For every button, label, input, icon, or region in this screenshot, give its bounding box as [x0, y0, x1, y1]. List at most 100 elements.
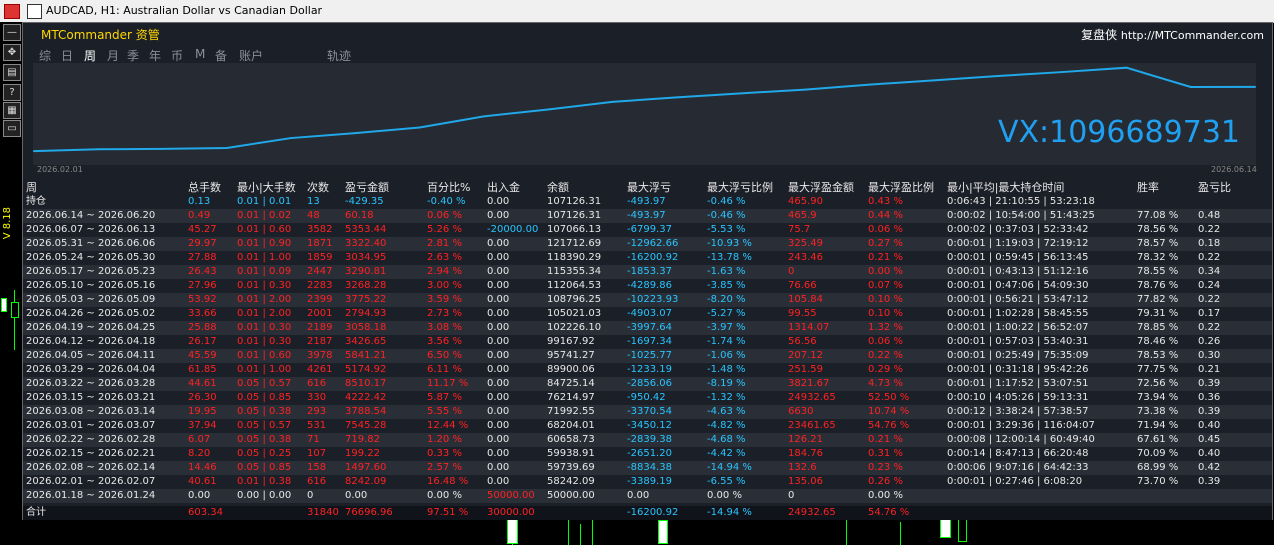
table-cell: 52.50 % — [868, 392, 910, 403]
table-cell: -1.63 % — [707, 266, 746, 277]
table-cell: -950.42 — [627, 392, 666, 403]
table-cell: 0.01 | 0.30 — [237, 336, 292, 347]
table-cell: 2.81 % — [427, 238, 462, 249]
table-cell: 2026.05.24 ~ 2026.05.30 — [26, 252, 156, 263]
table-cell: 0.42 — [1198, 462, 1221, 473]
table-cell: 0.05 | 0.25 — [237, 448, 292, 459]
table-cell: 0.33 % — [427, 448, 462, 459]
window-icon[interactable]: ▭ — [3, 120, 21, 137]
table-cell: 44.61 — [188, 378, 217, 389]
table-cell: 0.01 | 0.30 — [237, 280, 292, 291]
table-cell: 0.21 % — [868, 252, 903, 263]
table-cell: 0.00 — [487, 196, 510, 207]
table-cell: 盈亏比 — [1198, 181, 1231, 194]
table-cell: 5841.21 — [345, 350, 387, 361]
table-cell: 71.94 % — [1137, 420, 1179, 431]
table-cell: 0.05 | 0.85 — [237, 462, 292, 473]
site-link[interactable]: 复盘侠 http://MTCommander.com — [1081, 26, 1264, 43]
table-cell: 0:00:06 | 9:07:16 | 64:42:33 — [947, 462, 1089, 473]
table-cell: 135.06 — [788, 476, 823, 487]
table-cell: -8834.38 — [627, 462, 672, 473]
table-cell: 158 — [307, 462, 327, 473]
table-cell: 6630 — [788, 406, 814, 417]
table-cell: 0.23 % — [868, 462, 903, 473]
move-icon[interactable]: ✥ — [3, 44, 21, 61]
table-cell: 2794.93 — [345, 308, 387, 319]
table-cell: 10.74 % — [868, 406, 910, 417]
table-cell: 78.56 % — [1137, 224, 1179, 235]
table-cell: 54.76 % — [868, 507, 910, 518]
table-cell: 95741.27 — [547, 350, 595, 361]
table-cell: 0.00 | 0.00 — [237, 490, 292, 501]
table-cell: -2651.20 — [627, 448, 672, 459]
tab-currency[interactable]: 币 — [171, 47, 183, 64]
table-cell: 40.61 — [188, 476, 217, 487]
tab-m[interactable]: M — [195, 47, 205, 61]
table-cell: 0:00:01 | 0:56:21 | 53:47:12 — [947, 294, 1089, 305]
table-cell: 14.46 — [188, 462, 217, 473]
table-cell: 68204.01 — [547, 420, 595, 431]
table-cell: 71992.55 — [547, 406, 595, 417]
tab-year[interactable]: 年 — [149, 47, 161, 64]
table-cell: 2026.04.26 ~ 2026.05.02 — [26, 308, 156, 319]
table-cell: 2026.02.22 ~ 2026.02.28 — [26, 434, 156, 445]
table-row: 2026.06.14 ~ 2026.06.20 0.49 0.01 | 0.02 48… — [23, 209, 1272, 223]
table-cell: -4.63 % — [707, 406, 746, 417]
table-cell: -3997.64 — [627, 322, 672, 333]
table-cell: 3034.95 — [345, 252, 387, 263]
table-cell: 50000.00 — [487, 490, 535, 501]
table-cell: 59938.91 — [547, 448, 595, 459]
table-cell: 0.27 % — [868, 238, 903, 249]
tab-account[interactable]: 账户 — [239, 47, 263, 64]
table-cell: 2.63 % — [427, 252, 462, 263]
table-cell: -14.94 % — [707, 507, 752, 518]
help-icon[interactable]: ? — [3, 84, 21, 101]
list-icon[interactable]: ▤ — [3, 64, 21, 81]
table-cell: 6.11 % — [427, 364, 462, 375]
table-cell: 75.7 — [788, 224, 811, 235]
table-cell: -0.46 % — [707, 196, 746, 207]
table-cell: 0.05 | 0.38 — [237, 406, 292, 417]
table-cell: 102226.10 — [547, 322, 602, 333]
equity-point — [418, 126, 421, 129]
table-cell: 251.59 — [788, 364, 823, 375]
table-cell: 0.39 — [1198, 406, 1221, 417]
minimize-button[interactable]: — — [3, 24, 21, 41]
app-menu-icon[interactable] — [4, 4, 20, 19]
table-cell: 6.07 — [188, 434, 211, 445]
tab-week[interactable]: 周 — [84, 47, 96, 64]
tab-notes[interactable]: 备 — [215, 47, 227, 64]
equity-point — [161, 147, 164, 150]
table-cell: 0.49 — [188, 210, 211, 221]
table-cell: 616 — [307, 378, 327, 389]
table-cell: -4903.07 — [627, 308, 672, 319]
table-cell: 107126.31 — [547, 210, 602, 221]
table-cell: 19.95 — [188, 406, 217, 417]
tab-quarter[interactable]: 季 — [127, 47, 139, 64]
table-cell: 330 — [307, 392, 327, 403]
tab-trajectory[interactable]: 轨迹 — [327, 47, 351, 64]
table-cell: 2.94 % — [427, 266, 462, 277]
table-cell: 0.00 % — [427, 490, 462, 501]
table-cell: -3370.54 — [627, 406, 672, 417]
table-cell: 0.06 % — [868, 224, 903, 235]
table-cell: 0:00:01 | 1:02:28 | 58:45:55 — [947, 308, 1089, 319]
table-cell: 24932.65 — [788, 392, 836, 403]
table-cell: 77.75 % — [1137, 364, 1179, 375]
table-cell: 37.94 — [188, 420, 217, 431]
table-cell: -3.85 % — [707, 280, 746, 291]
table-cell: 325.49 — [788, 238, 823, 249]
site-name: 复盘侠 — [1081, 28, 1118, 42]
tab-month[interactable]: 月 — [107, 47, 119, 64]
tab-overview[interactable]: 综 — [39, 47, 51, 64]
table-cell: -8.20 % — [707, 294, 746, 305]
table-cell: -0.40 % — [427, 196, 466, 207]
table-cell: -13.78 % — [707, 252, 752, 263]
table-cell: 0.22 — [1198, 322, 1221, 333]
site-url[interactable]: http://MTCommander.com — [1121, 29, 1264, 42]
left-toolbar: — ✥ ▤ ? ▦ ▭ V 8.18 — [0, 22, 22, 545]
grid-icon[interactable]: ▦ — [3, 102, 21, 119]
tab-day[interactable]: 日 — [61, 47, 73, 64]
table-cell: 0.00 — [487, 476, 510, 487]
table-cell: 118390.29 — [547, 252, 602, 263]
